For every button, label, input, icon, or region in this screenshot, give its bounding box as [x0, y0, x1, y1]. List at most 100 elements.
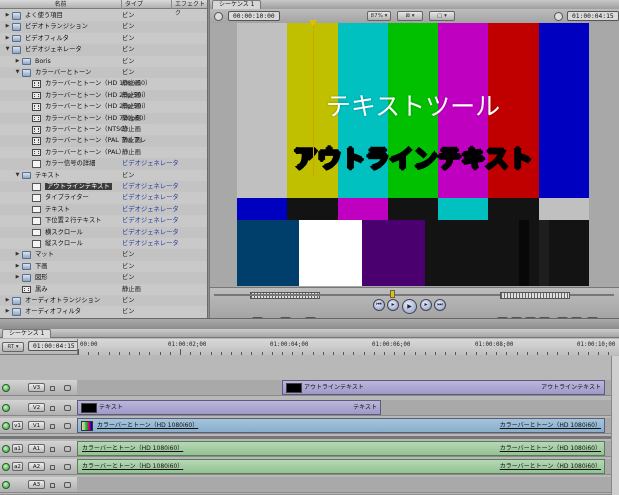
zoom-dial-icon[interactable]	[214, 12, 223, 21]
clip-outline-text[interactable]: アウトラインテキスト アウトラインテキスト	[282, 380, 605, 395]
duration-timecode[interactable]: 00:00:10:00	[228, 11, 280, 21]
disclosure-closed-icon[interactable]: ▶	[4, 33, 11, 44]
browser-row[interactable]: ▼カラーバーとトーンビン	[0, 67, 208, 78]
disclosure-closed-icon[interactable]: ▶	[4, 10, 11, 21]
play-around-button[interactable]: ▸	[420, 299, 432, 311]
prev-edit-button[interactable]: ⏮	[373, 299, 385, 311]
jog-slider[interactable]	[500, 292, 570, 299]
track-v3-header: V3	[0, 380, 77, 396]
scrubber-playhead[interactable]	[390, 290, 395, 298]
track-v2-label[interactable]: V2	[28, 403, 45, 412]
playhead-handle[interactable]	[309, 20, 317, 26]
browser-row[interactable]: ▼ビデオジェネレータビン	[0, 44, 208, 55]
disclosure-closed-icon[interactable]: ▶	[4, 295, 11, 306]
browser-row[interactable]: カラーバーとトーン（PAL フルフレ静止画	[0, 135, 208, 146]
disclosure-closed-icon[interactable]: ▶	[14, 249, 21, 260]
disclosure-open-icon[interactable]: ▼	[4, 44, 11, 55]
auto-select-icon[interactable]	[64, 446, 71, 452]
clip-color-bars[interactable]: カラーバーとトーン（HD 1080i60） カラーバーとトーン（HD 1080i…	[77, 418, 605, 433]
track-audible-button[interactable]	[2, 481, 10, 489]
track-visibility-button[interactable]	[2, 404, 10, 412]
lock-icon[interactable]	[50, 465, 55, 470]
auto-select-icon[interactable]	[64, 385, 71, 391]
color-bar	[488, 198, 539, 220]
lock-icon[interactable]	[50, 424, 55, 429]
disclosure-open-icon[interactable]: ▼	[14, 67, 21, 78]
column-type[interactable]: タイプ	[122, 0, 172, 9]
browser-row[interactable]: ▼テキストビン	[0, 170, 208, 181]
auto-select-icon[interactable]	[64, 482, 71, 488]
next-edit-button[interactable]: ⏭	[434, 299, 446, 311]
play-in-out-button[interactable]: ▸	[387, 299, 399, 311]
browser-row[interactable]: ▶ビデオフィルタビン	[0, 33, 208, 44]
browser-row[interactable]: ▶下画ビン	[0, 261, 208, 272]
column-effect[interactable]: エフェクトク	[172, 0, 208, 9]
browser-row[interactable]: カラーバーとトーン（PAL）静止画	[0, 147, 208, 158]
lock-icon[interactable]	[50, 447, 55, 452]
canvas-tab-sequence[interactable]: シーケンス 1	[212, 0, 261, 9]
disclosure-closed-icon[interactable]: ▶	[4, 306, 11, 317]
timeline-ruler[interactable]: 00:0001:00:02;0001:00:04;0001:00:06;0001…	[77, 339, 619, 355]
timeline-tab-sequence[interactable]: シーケンス 1	[2, 329, 51, 338]
timeline-scrollbar[interactable]	[611, 356, 619, 495]
disclosure-closed-icon[interactable]: ▶	[14, 272, 21, 283]
column-name[interactable]: 名前	[0, 0, 122, 9]
browser-row[interactable]: ▶ビデオトランジションビン	[0, 21, 208, 32]
lock-icon[interactable]	[50, 483, 55, 488]
browser-row[interactable]: 縦スクロールビデオジェネレータ	[0, 238, 208, 249]
play-button[interactable]: ▶	[402, 299, 417, 314]
clip-audio-a2[interactable]: カラーバーとトーン（HD 1080i60） カラーバーとトーン（HD 1080i…	[77, 459, 605, 474]
browser-row[interactable]: ▶図形ビン	[0, 272, 208, 283]
disclosure-open-icon[interactable]: ▼	[14, 170, 21, 181]
track-v3-label[interactable]: V3	[28, 383, 45, 392]
lock-icon[interactable]	[50, 386, 55, 391]
browser-row[interactable]: ▶マットビン	[0, 249, 208, 260]
browser-row[interactable]: 横スクロールビデオジェネレータ	[0, 227, 208, 238]
track-a3-label[interactable]: A3	[28, 480, 45, 489]
current-timecode[interactable]: 01:00:04:15	[567, 11, 619, 21]
lock-icon[interactable]	[50, 406, 55, 411]
track-a2-label[interactable]: A2	[28, 462, 45, 471]
browser-row[interactable]: テキストビデオジェネレータ	[0, 204, 208, 215]
browser-row[interactable]: カラーバーとトーン（HD 25p/50i）静止画	[0, 90, 208, 101]
auto-select-icon[interactable]	[64, 405, 71, 411]
timeline-playhead[interactable]	[313, 20, 314, 176]
video-audio-divider[interactable]	[0, 436, 619, 439]
jog-dial-icon[interactable]	[554, 12, 563, 21]
clip-text[interactable]: テキスト テキスト	[77, 400, 381, 415]
clip-audio-a1[interactable]: カラーバーとトーン（HD 1080i60） カラーバーとトーン（HD 1080i…	[77, 441, 605, 456]
track-v1-label[interactable]: V1	[28, 421, 45, 430]
browser-row[interactable]: 黒み静止画	[0, 284, 208, 295]
source-v1-label[interactable]: v1	[12, 421, 23, 430]
browser-row[interactable]: ▶オーディオフィルタビン	[0, 306, 208, 317]
track-a1-label[interactable]: A1	[28, 444, 45, 453]
auto-select-icon[interactable]	[64, 423, 71, 429]
source-a2-label[interactable]: a2	[12, 462, 23, 471]
browser-row[interactable]: 下位置２行テキストビデオジェネレータ	[0, 215, 208, 226]
track-audible-button[interactable]	[2, 463, 10, 471]
browser-row[interactable]: カラーバーとトーン（HD 720p60）静止画	[0, 113, 208, 124]
browser-row[interactable]: ▶Borisビン	[0, 56, 208, 67]
zoom-popup[interactable]: 87% ▾	[367, 11, 391, 21]
overlay-popup[interactable]: ▢ ▾	[429, 11, 455, 21]
browser-row[interactable]: カラーバーとトーン（HD 1080i60）静止画	[0, 78, 208, 89]
browser-row[interactable]: ▶オーディオトランジションビン	[0, 295, 208, 306]
timeline-timecode[interactable]: 01:00:04:15	[28, 341, 80, 351]
disclosure-closed-icon[interactable]: ▶	[4, 21, 11, 32]
auto-select-icon[interactable]	[64, 464, 71, 470]
clip-label: アウトラインテキスト	[304, 382, 364, 391]
source-a1-label[interactable]: a1	[12, 444, 23, 453]
browser-row[interactable]: タイプライタービデオジェネレータ	[0, 192, 208, 203]
browser-row[interactable]: アウトラインテキストビデオジェネレータ	[0, 181, 208, 192]
track-visibility-button[interactable]	[2, 422, 10, 430]
track-audible-button[interactable]	[2, 445, 10, 453]
browser-row[interactable]: カラー信号の詳細ビデオジェネレータ	[0, 158, 208, 169]
view-popup[interactable]: ⊠ ▾	[397, 11, 423, 21]
track-visibility-button[interactable]	[2, 384, 10, 392]
rt-popup[interactable]: RT ▾	[2, 342, 24, 352]
browser-row[interactable]: カラーバーとトーン（NTSC）静止画	[0, 124, 208, 135]
disclosure-closed-icon[interactable]: ▶	[14, 261, 21, 272]
browser-row[interactable]: ▶よく使う項目ビン	[0, 10, 208, 21]
browser-row[interactable]: カラーバーとトーン（HD 25p/50i）静止画	[0, 101, 208, 112]
disclosure-closed-icon[interactable]: ▶	[14, 56, 21, 67]
